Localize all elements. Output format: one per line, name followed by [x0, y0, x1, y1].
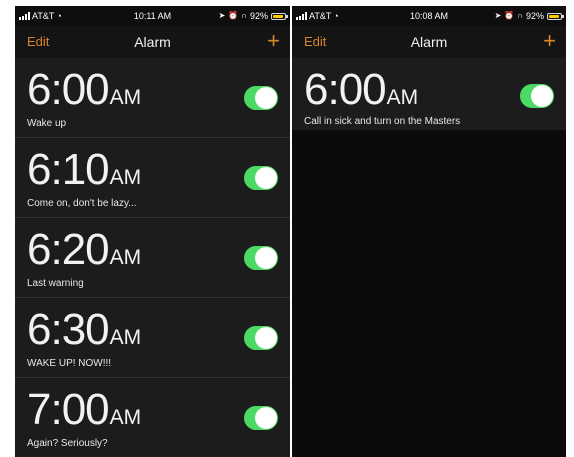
battery-percent: 92%: [249, 11, 268, 21]
wifi-icon: ◔: [56, 10, 62, 21]
alarm-ampm: AM: [109, 86, 142, 109]
page-title: Alarm: [410, 34, 448, 50]
battery-icon: [271, 12, 288, 20]
alarm-label: Come on, don't be lazy...: [27, 198, 137, 209]
edit-button[interactable]: Edit: [304, 34, 326, 49]
alarm-list: 6:00 AM Call in sick and turn on the Mas…: [292, 58, 566, 130]
alarm-ampm: AM: [109, 326, 142, 349]
alarm-time: 6:10: [27, 145, 110, 194]
signal-icon: [296, 12, 307, 20]
alarm-screen-right: AT&T ◔ 10:08 AM ➤ ⏰ ∩ 92% Edit Alarm + 6…: [292, 6, 566, 457]
toggle-knob: [255, 327, 277, 349]
status-bar: AT&T ◔ 10:11 AM ➤ ⏰ ∩ 92%: [15, 6, 290, 26]
alarm-label: Wake up: [27, 118, 67, 129]
battery-percent: 92%: [525, 11, 544, 21]
alarm-label: WAKE UP! NOW!!!: [27, 358, 112, 369]
toggle-knob: [255, 167, 277, 189]
edit-button[interactable]: Edit: [27, 34, 49, 49]
toggle-knob: [255, 247, 277, 269]
signal-icon: [19, 12, 30, 20]
alarm-ampm: AM: [386, 86, 419, 109]
headphones-icon: ∩: [241, 11, 247, 20]
alarm-time: 6:00: [27, 65, 110, 114]
alarm-ampm: AM: [109, 406, 142, 429]
alarm-clock-icon: ⏰: [228, 11, 239, 20]
alarm-ampm: AM: [109, 246, 142, 269]
add-alarm-button[interactable]: +: [543, 30, 556, 52]
nav-bar: Edit Alarm +: [15, 26, 290, 58]
add-alarm-button[interactable]: +: [267, 30, 280, 52]
alarm-time: 6:20: [27, 225, 110, 274]
alarm-label: Again? Seriously?: [27, 438, 108, 449]
alarm-label: Call in sick and turn on the Masters: [304, 116, 461, 127]
alarm-row[interactable]: 6:00 AM Call in sick and turn on the Mas…: [292, 58, 566, 130]
toggle-knob: [531, 85, 553, 107]
alarm-row[interactable]: 6:20 AM Last warning: [15, 218, 290, 298]
alarm-row[interactable]: 6:30 AM WAKE UP! NOW!!!: [15, 298, 290, 378]
location-icon: ➤: [218, 11, 226, 20]
alarm-toggle[interactable]: [244, 166, 278, 190]
alarm-list: 6:00 AM Wake up 6:10 AM Come on, don't b…: [15, 58, 290, 457]
status-bar: AT&T ◔ 10:08 AM ➤ ⏰ ∩ 92%: [292, 6, 566, 26]
alarm-toggle[interactable]: [244, 326, 278, 350]
alarm-row[interactable]: 6:00 AM Wake up: [15, 58, 290, 138]
alarm-toggle[interactable]: [244, 86, 278, 110]
alarm-clock-icon: ⏰: [504, 11, 515, 20]
alarm-screen-left: AT&T ◔ 10:11 AM ➤ ⏰ ∩ 92% Edit Alarm + 6…: [15, 6, 290, 457]
alarm-toggle[interactable]: [520, 84, 554, 108]
alarm-row[interactable]: 6:10 AM Come on, don't be lazy...: [15, 138, 290, 218]
alarm-time: 6:00: [304, 65, 387, 114]
alarm-label: Last warning: [27, 278, 84, 289]
battery-icon: [547, 12, 564, 20]
alarm-time: 6:30: [27, 305, 110, 354]
carrier-label: AT&T: [309, 11, 332, 21]
location-icon: ➤: [494, 11, 502, 20]
empty-area: [292, 130, 566, 457]
headphones-icon: ∩: [517, 11, 523, 20]
alarm-ampm: AM: [109, 166, 142, 189]
alarm-toggle[interactable]: [244, 406, 278, 430]
wifi-icon: ◔: [333, 10, 339, 21]
nav-bar: Edit Alarm +: [292, 26, 566, 58]
alarm-row[interactable]: 7:00 AM Again? Seriously?: [15, 378, 290, 457]
toggle-knob: [255, 87, 277, 109]
alarm-toggle[interactable]: [244, 246, 278, 270]
toggle-knob: [255, 407, 277, 429]
page-title: Alarm: [134, 34, 171, 50]
alarm-time: 7:00: [27, 385, 110, 434]
carrier-label: AT&T: [32, 11, 55, 21]
